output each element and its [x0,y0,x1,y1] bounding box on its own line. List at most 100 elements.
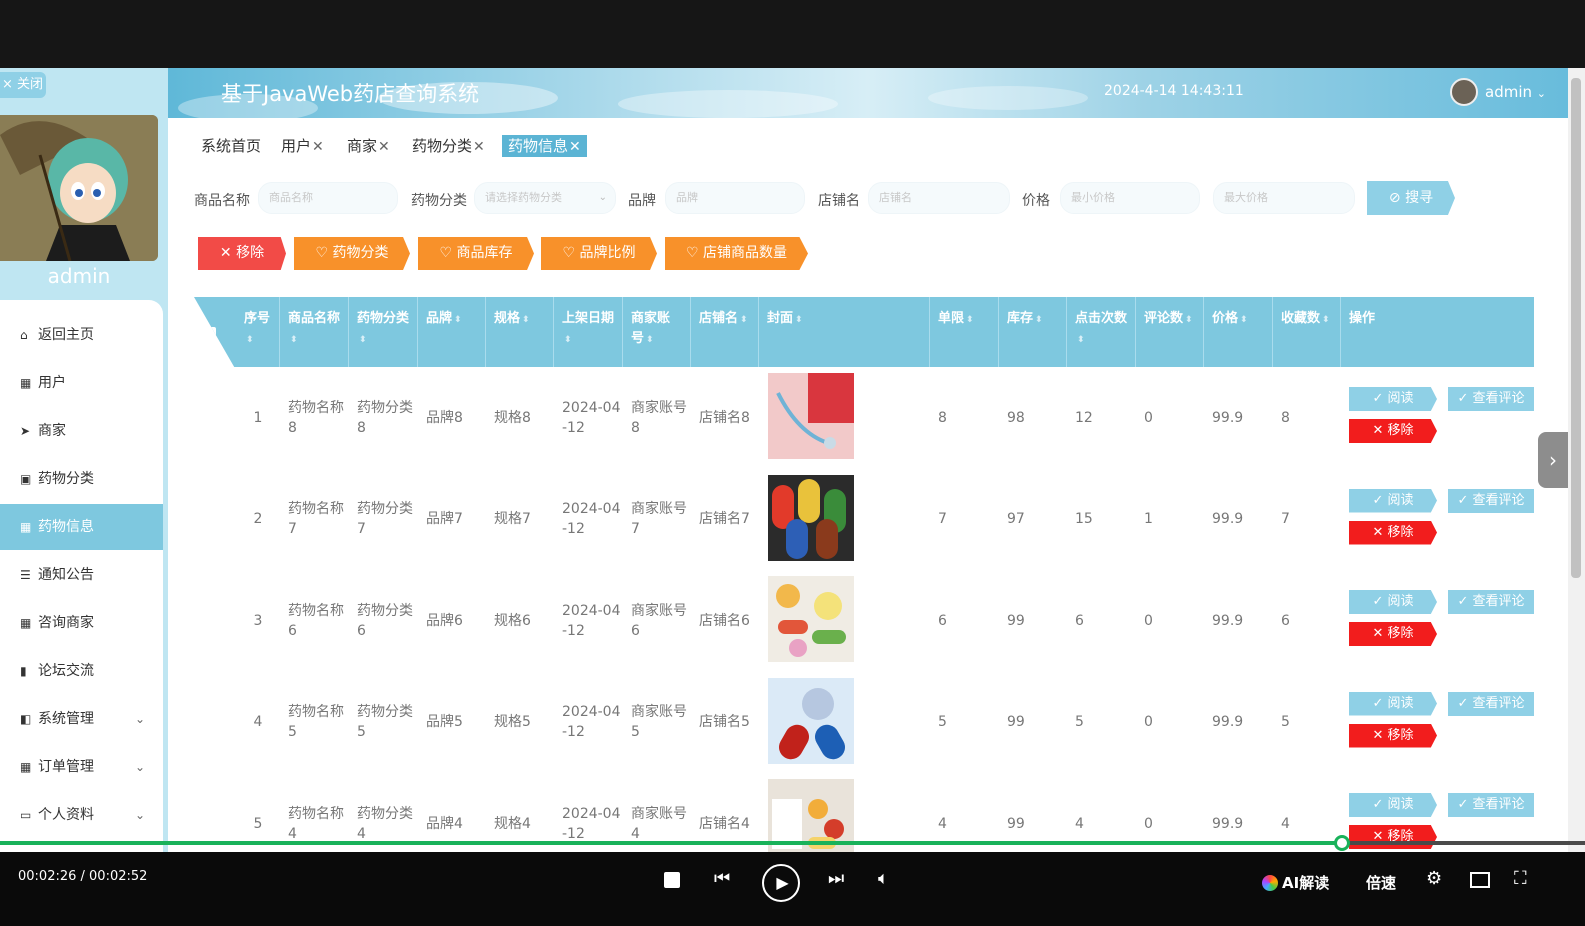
table-header: 序号⬍ 商品名称⬍ 药物分类⬍ 品牌 ⬍ 规格 ⬍ 上架日期⬍ 商家账号 ⬍ 店铺名 ⬍ 封面 ⬍ 单限 ⬍ 库… [194,297,1534,367]
sidebar-item-4[interactable]: ▦ 药物信息 [0,504,163,550]
column-header-6[interactable]: 商家账号 ⬍ [623,297,691,367]
close-tab-icon[interactable]: ✕ [473,139,485,155]
remove-button[interactable]: ✕ 移除 [1349,419,1437,443]
sidebar-item-10[interactable]: ▭ 个人资料 ⌄ [0,792,163,838]
close-tab-icon[interactable]: ✕ [312,139,324,155]
table-row[interactable]: 4 药物名称5 药物分类5 品牌5 规格5 2024-04-12 商家账号5 店铺名5 5 99 5… [194,672,1534,773]
column-header-13[interactable]: 价格 ⬍ [1204,297,1273,367]
search-input-0[interactable]: 商品名称 [258,182,398,214]
remove-button[interactable]: ✕ 移除 [1349,520,1437,545]
action-button-1[interactable]: ♡ 药物分类 [294,237,410,270]
column-header-9[interactable]: 单限 ⬍ [930,297,999,367]
table-row[interactable]: 2 药物名称7 药物分类7 品牌7 规格7 2024-04-12 商家账号7 店铺名7 7 97 1… [194,469,1534,570]
select-all-checkbox[interactable] [204,327,216,339]
view-reviews-button[interactable]: ✓ 查看评论 [1448,793,1534,817]
sidebar-item-0[interactable]: ⌂ 返回主页 [0,312,163,358]
scrollbar-thumb[interactable] [1571,78,1581,578]
sidebar-item-8[interactable]: ◧ 系统管理 ⌄ [0,696,163,742]
sort-icon[interactable]: ⬍ [359,335,367,345]
sort-icon[interactable]: ⬍ [1035,315,1043,325]
sort-icon[interactable]: ⬍ [646,335,654,345]
cell-text: 4 [1281,815,1290,832]
remove-button[interactable]: ✕ 移除 [1349,723,1437,748]
close-tab-icon[interactable]: ✕ [569,139,581,155]
tab-0[interactable]: 系统首页 [201,135,261,157]
column-header-10[interactable]: 库存 ⬍ [999,297,1067,367]
column-header-7[interactable]: 店铺名 ⬍ [691,297,759,367]
speed-button[interactable]: 倍速 [1366,872,1396,893]
search-input-1[interactable]: 请选择药物分类 ⌄ [474,182,616,214]
cell-text: 12 [1075,409,1093,426]
column-header-3[interactable]: 品牌 ⬍ [418,297,486,367]
sort-icon[interactable]: ⬍ [564,335,572,345]
volume-icon[interactable]: 🔈︎ [878,868,889,889]
picture-in-picture-icon[interactable] [1470,872,1490,888]
column-header-11[interactable]: 点击次数 ⬍ [1067,297,1136,367]
read-button[interactable]: ✓ 阅读 [1349,488,1437,513]
column-header-12[interactable]: 评论数 ⬍ [1136,297,1204,367]
sort-icon[interactable]: ⬍ [1077,335,1085,345]
settings-icon[interactable]: ⚙ [1426,868,1442,889]
sort-icon[interactable]: ⬍ [966,315,974,325]
search-input-2[interactable]: 品牌 [665,182,805,214]
sort-icon[interactable]: ⬍ [740,315,748,325]
sort-icon[interactable]: ⬍ [1185,315,1193,325]
column-header-2[interactable]: 药物分类 ⬍ [349,297,418,367]
tab-4[interactable]: 药物信息✕ [502,135,587,157]
close-sidebar-button[interactable]: × 关闭 [0,72,46,98]
fullscreen-icon[interactable]: ⛶ [1514,868,1527,889]
action-button-3[interactable]: ♡ 品牌比例 [541,237,657,270]
column-header-4[interactable]: 规格 ⬍ [486,297,554,367]
sort-icon[interactable]: ⬍ [1322,315,1330,325]
column-header-0[interactable]: 序号 ⬍ [236,297,280,367]
sort-icon[interactable]: ⬍ [795,315,803,325]
sidebar-item-3[interactable]: ▣ 药物分类 [0,456,163,502]
search-button[interactable]: ⊘ 搜寻 [1367,181,1455,215]
remove-button[interactable]: ✕ 移除 [1349,825,1437,849]
column-header-1[interactable]: 商品名称 ⬍ [280,297,349,367]
sidebar-item-7[interactable]: ▮ 论坛交流 [0,648,163,694]
view-reviews-button[interactable]: ✓ 查看评论 [1448,488,1534,513]
view-reviews-button[interactable]: ✓ 查看评论 [1448,691,1534,716]
read-button[interactable]: ✓ 阅读 [1349,590,1437,614]
sort-icon[interactable]: ⬍ [290,335,298,345]
search-input-4[interactable]: 最小价格 [1060,182,1200,214]
sidebar-item-2[interactable]: ➤ 商家 [0,408,163,454]
sidebar-item-6[interactable]: ▦ 咨询商家 [0,600,163,646]
view-reviews-button[interactable]: ✓ 查看评论 [1448,590,1534,614]
vertical-scrollbar[interactable] [1568,68,1585,852]
previous-icon[interactable]: ⏮ [714,868,730,889]
read-button[interactable]: ✓ 阅读 [1349,387,1437,411]
tab-1[interactable]: 用户✕ [281,135,324,157]
play-icon[interactable]: ▶ [762,864,800,902]
column-header-5[interactable]: 上架日期 ⬍ [554,297,623,367]
view-reviews-button[interactable]: ✓ 查看评论 [1448,387,1534,411]
next-icon[interactable]: ⏭ [828,868,844,889]
sort-icon[interactable]: ⬍ [1240,315,1248,325]
action-button-2[interactable]: ♡ 商品库存 [418,237,534,270]
sidebar-item-5[interactable]: ☰ 通知公告 [0,552,163,598]
tab-2[interactable]: 商家✕ [347,135,390,157]
sidebar-item-9[interactable]: ▦ 订单管理 ⌄ [0,744,163,790]
sort-icon[interactable]: ⬍ [454,315,462,325]
tab-3[interactable]: 药物分类✕ [412,135,485,157]
sidebar-item-1[interactable]: ▦ 用户 [0,360,163,406]
read-button[interactable]: ✓ 阅读 [1349,691,1437,716]
stop-icon[interactable] [664,872,680,888]
column-header-8[interactable]: 封面 ⬍ [759,297,930,367]
sort-icon[interactable]: ⬍ [246,335,254,345]
action-button-4[interactable]: ♡ 店铺商品数量 [665,237,808,270]
search-input-3[interactable]: 店铺名 [868,182,1010,214]
chevron-right-icon[interactable]: › [1538,432,1568,488]
table-row[interactable]: 1 药物名称8 药物分类8 品牌8 规格8 2024-04-12 商家账号8 店铺名8 8 98 1… [194,367,1534,468]
close-tab-icon[interactable]: ✕ [378,139,390,155]
search-input-5[interactable]: 最大价格 [1213,182,1355,214]
remove-button[interactable]: ✕ 移除 [1349,622,1437,646]
table-row[interactable]: 3 药物名称6 药物分类6 品牌6 规格6 2024-04-12 商家账号6 店铺名6 6 99 6… [194,570,1534,671]
action-button-0[interactable]: ✕ 移除 [198,237,286,270]
read-button[interactable]: ✓ 阅读 [1349,793,1437,817]
column-header-15[interactable]: 操作 [1341,297,1534,367]
column-header-14[interactable]: 收藏数 ⬍ [1273,297,1341,367]
sort-icon[interactable]: ⬍ [522,315,530,325]
ai-read-button[interactable]: AI解读 [1262,872,1329,893]
